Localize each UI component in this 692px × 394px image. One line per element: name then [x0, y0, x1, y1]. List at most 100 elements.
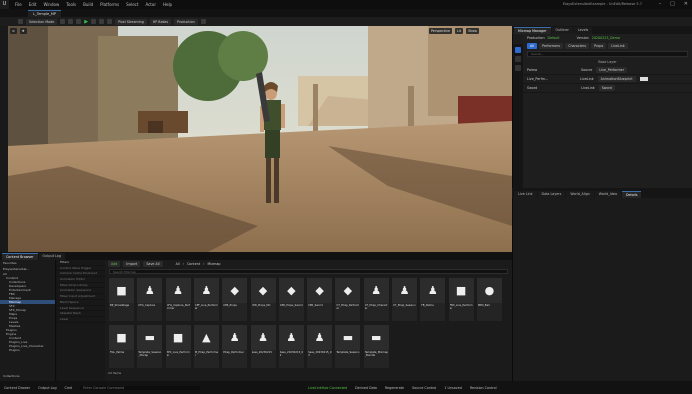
- asset-tile[interactable]: ♟ CPF_Live_Performer: [193, 278, 219, 321]
- tab-content-browser[interactable]: Content Browser: [2, 253, 38, 260]
- import-button[interactable]: Import: [123, 261, 141, 267]
- tab-levels[interactable]: Levels: [573, 27, 593, 34]
- sequencer-icon[interactable]: [76, 19, 82, 24]
- menu-help[interactable]: Help: [163, 2, 172, 7]
- tab-details[interactable]: Details: [621, 191, 642, 198]
- gear-icon[interactable]: [200, 19, 206, 24]
- production-value[interactable]: Default: [548, 36, 560, 40]
- revision-control-button[interactable]: Revision Control: [470, 386, 497, 390]
- tab-outliner[interactable]: Outliner: [551, 27, 573, 34]
- menu-file[interactable]: File: [15, 2, 22, 7]
- layer-row[interactable]: Sword LiveLink Sword: [523, 84, 692, 93]
- livelink-status[interactable]: LiveLinkHub Connected: [308, 386, 347, 390]
- close-icon[interactable]: ✕: [684, 1, 688, 7]
- menu-platforms[interactable]: Platforms: [100, 2, 119, 7]
- asset-search-input[interactable]: Search Mixmap: [109, 269, 508, 274]
- asset-tile[interactable]: ♟ PCap_Performer: [222, 325, 248, 368]
- asset-tile[interactable]: ♟ CT_PCap_Session: [392, 278, 417, 321]
- asset-tile[interactable]: ♟ Sess_20230215_03: [307, 325, 333, 368]
- asset-tile[interactable]: ♟ FB_Palma: [420, 278, 446, 321]
- people-icon[interactable]: [515, 56, 521, 62]
- platforms-icon[interactable]: [107, 19, 113, 24]
- perspective-button[interactable]: Perspective: [428, 27, 453, 34]
- asset-tile[interactable]: ■ BP_ShowStage: [109, 278, 134, 321]
- layer-row[interactable]: Live_Perfm... LiveLink AnimationBlueprint: [523, 75, 692, 84]
- maximize-icon[interactable]: □: [670, 1, 675, 7]
- cmd-dropdown[interactable]: Cmd: [65, 386, 73, 390]
- path-crumb[interactable]: Content: [187, 262, 200, 266]
- output-log-button[interactable]: Output Log: [38, 386, 56, 390]
- save-icon[interactable]: [18, 19, 23, 24]
- asset-tile[interactable]: ● PRM_Ball: [476, 278, 502, 321]
- regenerate-button[interactable]: Regenerate: [385, 386, 404, 390]
- unsaved-button[interactable]: 1 Unsaved: [444, 386, 461, 390]
- filter-livelink[interactable]: LiveLink: [608, 42, 628, 49]
- production-button[interactable]: Production: [174, 18, 198, 25]
- stop-icon[interactable]: [99, 19, 105, 24]
- add-button[interactable]: Add: [108, 261, 121, 267]
- add-actor-icon[interactable]: [60, 19, 66, 24]
- asset-tile[interactable]: ◆ CPR_Props_DD: [250, 278, 276, 321]
- menu-edit[interactable]: Edit: [29, 2, 37, 7]
- asset-tile[interactable]: ◆ CPR_Sword: [307, 278, 333, 321]
- source-control-button[interactable]: Source Control: [412, 386, 436, 390]
- version-value[interactable]: 20200223_Demo: [592, 36, 620, 40]
- asset-tile[interactable]: ♟ CFG_Capture_Performer: [165, 278, 191, 321]
- asset-tile[interactable]: ▲ M_PCap_Performer: [193, 325, 219, 368]
- viewport-menu-icon[interactable]: ≡: [10, 27, 17, 34]
- tab-data-layers[interactable]: Data Layers: [537, 191, 566, 198]
- asset-tile[interactable]: ♟ Sess_20230215_02: [278, 325, 304, 368]
- color-swatch-icon[interactable]: [639, 77, 648, 81]
- asset-tile[interactable]: ♟ CT_PCap_Character: [363, 278, 389, 321]
- layer-target[interactable]: Live_Performer: [596, 67, 628, 73]
- asset-tile[interactable]: ◆ CT_PCap_Performer: [335, 278, 361, 321]
- layer-row[interactable]: Palma Source Live_Performer: [523, 66, 692, 75]
- transform-icon[interactable]: ✥: [19, 27, 27, 34]
- play-icon[interactable]: ▶: [84, 19, 88, 25]
- asset-tile[interactable]: ▬ Template_Mixmap_Bundle: [363, 325, 389, 368]
- filter-all[interactable]: All: [527, 42, 538, 49]
- filter-characters[interactable]: Characters: [565, 42, 590, 49]
- lit-button[interactable]: Lit: [455, 27, 464, 34]
- asset-tile[interactable]: ▬ Template_Session_Mocap: [137, 325, 163, 368]
- mixmap-search-input[interactable]: Search...: [527, 51, 688, 57]
- derived-data-button[interactable]: Derived Data: [355, 386, 377, 390]
- tab-world-idea[interactable]: World_Idea: [594, 191, 621, 198]
- asset-tile[interactable]: ◆ CPR_Props_Sword: [278, 278, 304, 321]
- asset-tile[interactable]: ♟ CFG_Capture: [137, 278, 163, 321]
- base-layer-row[interactable]: Base Layer: [523, 58, 692, 66]
- menu-select[interactable]: Select: [126, 2, 138, 7]
- link-icon[interactable]: [515, 65, 521, 71]
- layer-target[interactable]: AnimationBlueprint: [597, 76, 636, 82]
- asset-tile[interactable]: ■ FGL_Palma: [109, 325, 134, 368]
- minimize-icon[interactable]: –: [659, 1, 662, 7]
- filter-performers[interactable]: Performers: [539, 42, 564, 49]
- tab-level[interactable]: L_Temple_MP: [28, 10, 62, 17]
- asset-tile[interactable]: ▬ Template_Session: [335, 325, 361, 368]
- path-crumb[interactable]: Mixmap: [207, 262, 220, 266]
- save-all-button[interactable]: Save All: [143, 261, 163, 267]
- path-crumb[interactable]: All: [176, 262, 180, 266]
- show-button[interactable]: Show: [466, 27, 479, 34]
- menu-tools[interactable]: Tools: [66, 2, 76, 7]
- asset-tile[interactable]: ■ PPC_Live_Performer: [165, 325, 191, 368]
- asset-tile[interactable]: ♟ Sess_20230215: [250, 325, 276, 368]
- level-viewport[interactable]: [8, 26, 512, 252]
- tab-mixmap-manager[interactable]: Mixmap Manager: [514, 27, 551, 34]
- folder-item[interactable]: Plugins: [0, 348, 55, 352]
- settings-button[interactable]: HP Bakes: [149, 18, 172, 25]
- tab-live-link[interactable]: Live Link: [514, 191, 537, 198]
- layer-target[interactable]: Sword: [598, 85, 615, 91]
- asset-tile[interactable]: ■ FBX_Live_Performer: [448, 278, 474, 321]
- filter-item[interactable]: Level: [57, 317, 105, 323]
- selection-mode-dropdown[interactable]: Selection Mode: [26, 18, 58, 25]
- menu-actor[interactable]: Actor: [145, 2, 156, 7]
- tab-world-align[interactable]: World_Align: [566, 191, 594, 198]
- pixel-streaming-button[interactable]: Pixel Streaming: [115, 18, 147, 25]
- content-drawer-button[interactable]: Content Drawer: [4, 386, 30, 390]
- menu-build[interactable]: Build: [83, 2, 93, 7]
- blueprint-icon[interactable]: [68, 19, 74, 24]
- pause-icon[interactable]: [91, 19, 97, 24]
- filter-props[interactable]: Props: [591, 42, 607, 49]
- console-input[interactable]: Enter Console Command: [80, 385, 201, 390]
